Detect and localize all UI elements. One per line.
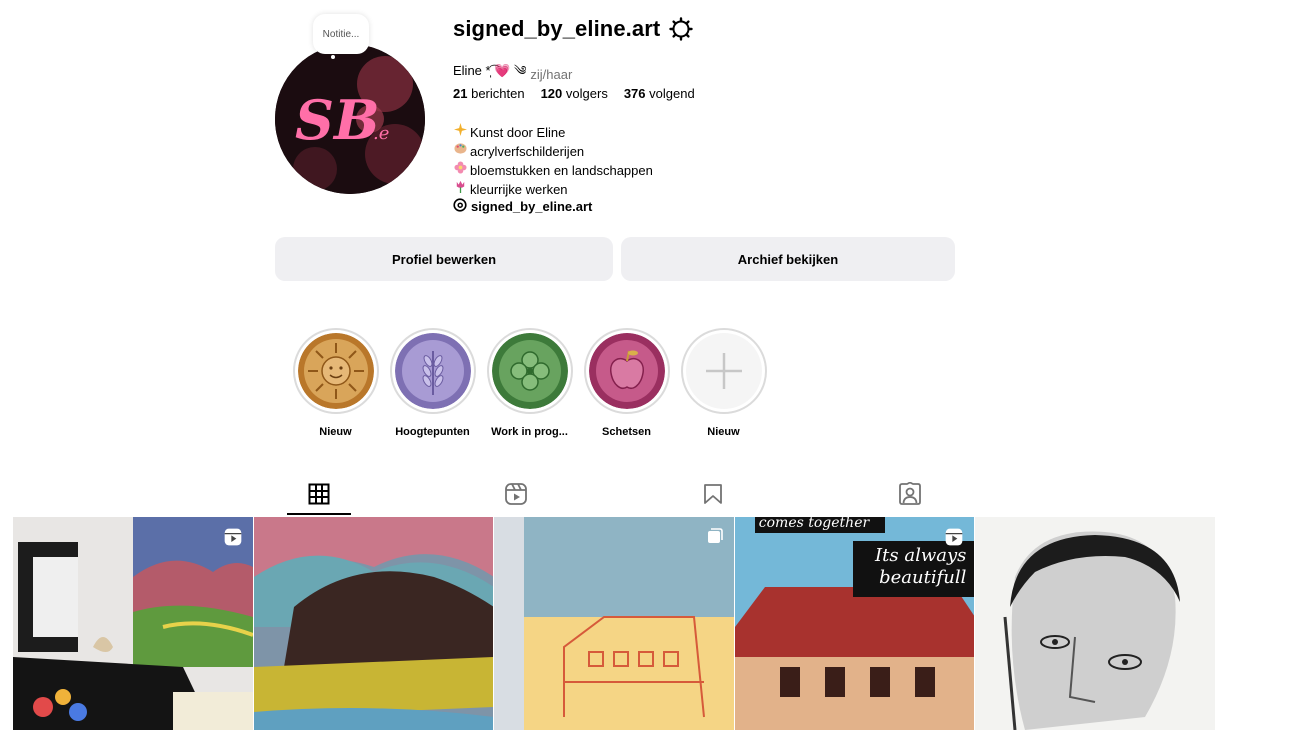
highlight-new-button[interactable]: Nieuw	[675, 328, 772, 438]
post-thumbnail[interactable]	[253, 517, 494, 730]
post-thumbnail[interactable]	[13, 517, 253, 730]
bookmark-icon	[702, 483, 724, 510]
post-thumbnail[interactable]	[975, 517, 1215, 730]
followers-stat[interactable]: 120 volgers	[541, 86, 608, 101]
highlight-label: Work in prog...	[491, 426, 568, 438]
highlight-label: Nieuw	[319, 426, 352, 438]
following-stat[interactable]: 376 volgend	[624, 86, 695, 101]
bio-line-4: kleurrijke werken	[470, 181, 568, 197]
following-label: volgend	[649, 86, 695, 101]
story-highlights: Nieuw Hoogtepunten Work in prog... Schet…	[287, 328, 772, 438]
tulip-icon	[453, 180, 467, 199]
svg-text:.e: .e	[373, 123, 389, 144]
clover-seal-icon	[491, 333, 568, 409]
profile-stats: 21 berichten 120 volgers 376 volgend	[453, 86, 695, 101]
profile-note-bubble[interactable]: Notitie...	[313, 14, 369, 54]
profile-pronouns: zij/haar	[530, 67, 573, 82]
flower-icon	[453, 161, 467, 180]
palette-icon	[453, 142, 467, 161]
post-overlay-caption-top: comes together	[758, 517, 870, 531]
bio-line-2: acrylverfschilderijen	[470, 143, 585, 159]
bio-line-1: Kunst door Eline	[470, 124, 566, 140]
edit-profile-button[interactable]: Profiel bewerken	[275, 237, 613, 281]
followers-label: volgers	[565, 86, 608, 101]
post-thumbnail[interactable]	[494, 517, 734, 730]
tagged-user-icon	[898, 480, 922, 511]
profile-avatar[interactable]: SB .e	[275, 44, 425, 194]
grid-icon	[308, 483, 330, 510]
posts-label: berichten	[471, 86, 525, 101]
posts-count-stat: 21 berichten	[453, 86, 525, 101]
plus-icon	[685, 333, 762, 409]
posts-count: 21	[453, 86, 468, 101]
settings-gear-icon[interactable]	[668, 16, 694, 42]
highlight-nieuw[interactable]: Nieuw	[287, 328, 384, 438]
view-archive-button[interactable]: Archief bekijken	[621, 237, 955, 281]
highlight-label: Nieuw	[707, 426, 740, 438]
tab-reels[interactable]	[484, 476, 548, 516]
sun-seal-icon	[297, 333, 374, 409]
highlight-work-in-progress[interactable]: Work in prog...	[481, 328, 578, 438]
threads-link[interactable]: signed_by_eline.art	[453, 198, 592, 215]
post-image	[494, 517, 734, 730]
svg-text:SB: SB	[295, 88, 380, 152]
profile-bio: Kunst door Eline acrylverfschilderijen b…	[453, 123, 653, 199]
tab-saved[interactable]	[681, 476, 745, 516]
profile-note-text: Notitie...	[322, 28, 360, 40]
note-pointer-dot	[331, 55, 335, 59]
post-image	[13, 517, 253, 730]
highlight-label: Schetsen	[602, 426, 651, 438]
post-thumbnail[interactable]: comes together Its always beautifull	[734, 517, 975, 730]
apple-seal-icon	[588, 333, 665, 409]
tab-posts[interactable]	[287, 476, 351, 516]
sparkles-icon	[453, 123, 467, 142]
threads-handle: signed_by_eline.art	[471, 199, 593, 214]
post-image	[975, 517, 1215, 730]
post-image	[253, 517, 494, 730]
avatar-image: SB .e	[275, 44, 425, 194]
profile-tabs	[275, 476, 955, 516]
posts-grid: comes together Its always beautifull	[13, 517, 1215, 730]
profile-username: signed_by_eline.art	[453, 16, 661, 41]
carousel-icon	[706, 527, 724, 550]
highlight-schetsen[interactable]: Schetsen	[578, 328, 675, 438]
reels-icon	[944, 527, 964, 552]
highlight-hoogtepunten[interactable]: Hoogtepunten	[384, 328, 481, 438]
active-tab-indicator	[287, 513, 351, 515]
threads-icon	[453, 198, 467, 215]
reels-icon	[223, 527, 243, 552]
bio-line-3: bloemstukken en landschappen	[470, 162, 653, 178]
highlight-label: Hoogtepunten	[395, 426, 470, 438]
followers-count: 120	[540, 86, 563, 101]
following-count: 376	[623, 86, 646, 101]
wheat-seal-icon	[394, 333, 471, 409]
reels-icon	[504, 482, 528, 511]
tab-tagged[interactable]	[878, 476, 942, 516]
